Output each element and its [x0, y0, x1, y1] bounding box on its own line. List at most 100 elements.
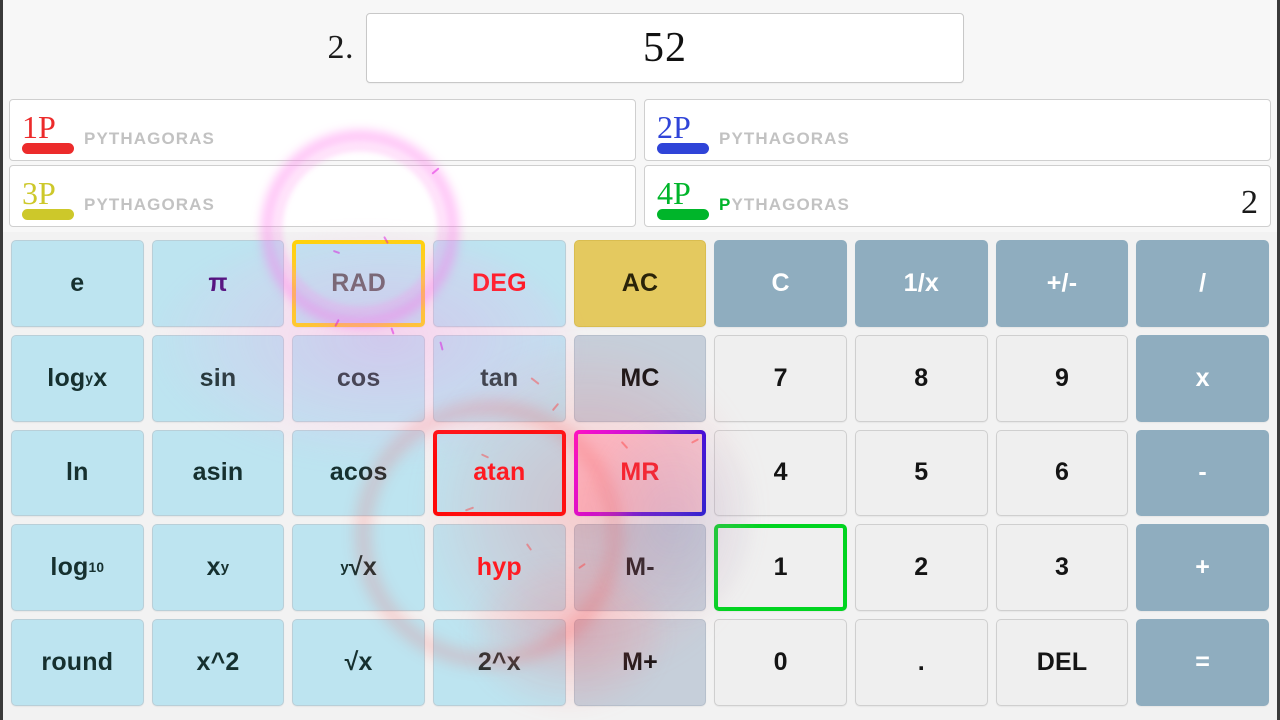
player-name: PYTHAGORAS [719, 129, 850, 148]
key-label-suffix: x [93, 363, 108, 392]
key-1x-r0c6[interactable]: 1/x [855, 240, 988, 327]
key-label: 8 [914, 363, 929, 392]
key-label: 2^x [477, 648, 521, 677]
key-sym-r4c8[interactable]: = [1136, 619, 1269, 706]
key-label: e [70, 268, 85, 297]
key-9-r1c7[interactable]: 9 [995, 334, 1129, 422]
key-label: 9 [1054, 363, 1070, 392]
key-mr-r2c4[interactable]: MR [574, 430, 707, 517]
key-label: 1/x [903, 268, 939, 297]
key-label: ln [66, 458, 89, 487]
key-7-r1c5[interactable]: 7 [714, 334, 847, 422]
key-round-r4c0[interactable]: round [11, 619, 144, 706]
key-label: x [1195, 363, 1210, 392]
key-x2-r4c1[interactable]: x^2 [151, 619, 285, 706]
key-deg-r0c3[interactable]: DEG [433, 240, 566, 327]
key-log-r1c0[interactable]: log y x [11, 334, 144, 422]
player-tag-group: 1P [22, 110, 74, 154]
key-hyp-r3c3[interactable]: hyp [433, 524, 566, 612]
player-color-bar [657, 143, 709, 154]
key-ac-r0c4[interactable]: AC [573, 240, 707, 327]
key-x-r1c8[interactable]: x [1136, 334, 1269, 422]
display-value: 52 [643, 25, 687, 71]
key-label: C [771, 268, 790, 297]
key-atan-r2c3[interactable]: atan [433, 429, 566, 517]
key-6-r2c7[interactable]: 6 [995, 429, 1129, 517]
key-label: 5 [914, 458, 929, 487]
key-sym-r3c8[interactable]: + [1136, 524, 1269, 612]
key-label: log [47, 363, 86, 392]
key-cos-r1c2[interactable]: cos [292, 334, 425, 422]
key-sym-r0c1[interactable]: π [151, 240, 285, 327]
player-color-bar [22, 143, 74, 154]
key-x-r3c2[interactable]: y √x [292, 524, 425, 612]
key-sin-r1c1[interactable]: sin [151, 334, 285, 422]
key-2x-r4c3[interactable]: 2^x [433, 619, 566, 706]
player-tag-group: 2P [657, 110, 709, 154]
key-ln-r2c0[interactable]: ln [11, 429, 144, 517]
key-label: . [917, 648, 925, 677]
key-label: atan [473, 458, 526, 487]
player-color-bar [22, 209, 74, 220]
key-del-r4c7[interactable]: DEL [995, 619, 1129, 706]
key-label: acos [329, 458, 388, 487]
player-panel-3p[interactable]: 3P PYTHAGORAS [9, 165, 636, 227]
key-sym-r4c6[interactable]: . [855, 619, 988, 706]
key-0-r4c5[interactable]: 0 [714, 619, 847, 706]
key-label: log [50, 553, 89, 582]
key-sym-r2c8[interactable]: - [1136, 429, 1269, 517]
key-label: 6 [1054, 458, 1070, 487]
display-row: 2. 52 [3, 0, 1277, 96]
key-label: RAD [331, 268, 387, 297]
key-label: hyp [476, 553, 522, 582]
key-m-r3c4[interactable]: M- [573, 524, 707, 612]
key-label: +/- [1046, 268, 1078, 297]
key-superscript: y [220, 559, 230, 577]
key-m-r4c4[interactable]: M+ [573, 619, 707, 706]
key-3-r3c7[interactable]: 3 [995, 524, 1129, 612]
key-label: x [206, 553, 221, 582]
key-label: asin [192, 458, 244, 487]
key-5-r2c6[interactable]: 5 [855, 429, 988, 517]
key-tan-r1c3[interactable]: tan [433, 334, 566, 422]
key-x-r3c1[interactable]: xy [151, 524, 285, 612]
key-acos-r2c2[interactable]: acos [292, 429, 425, 517]
turn-number-label: 2. [327, 29, 354, 66]
key-label: M- [625, 553, 655, 582]
player-panel-2p[interactable]: 2P PYTHAGORAS [644, 99, 1271, 161]
key-label: cos [336, 363, 381, 392]
key-c-r0c5[interactable]: C [714, 240, 847, 327]
key-8-r1c6[interactable]: 8 [855, 334, 988, 422]
key-label: + [1195, 553, 1211, 582]
player-name: PYTHAGORAS [719, 195, 850, 214]
key-sym-r0c7[interactable]: +/- [995, 240, 1129, 327]
key-x-r4c2[interactable]: √x [292, 619, 425, 706]
player-tag-group: 3P [22, 176, 74, 220]
key-4-r2c5[interactable]: 4 [714, 429, 847, 517]
player-panel-1p[interactable]: 1P PYTHAGORAS [9, 99, 636, 161]
key-1-r3c5[interactable]: 1 [714, 524, 847, 612]
key-e-r0c0[interactable]: e [11, 240, 144, 327]
key-asin-r2c1[interactable]: asin [151, 429, 285, 517]
key-label: 4 [773, 458, 788, 487]
key-label: round [41, 648, 114, 677]
player-panel-4p[interactable]: 4P PYTHAGORAS 2 [644, 165, 1271, 227]
key-2-r3c6[interactable]: 2 [855, 524, 988, 612]
player-color-bar [657, 209, 709, 220]
key-label: DEL [1036, 648, 1088, 677]
main-display[interactable]: 52 [366, 13, 964, 83]
key-label: M+ [622, 648, 658, 677]
key-mc-r1c4[interactable]: MC [573, 334, 707, 422]
key-label: 0 [773, 648, 788, 677]
key-label: tan [480, 363, 519, 392]
key-log-r3c0[interactable]: log 10 [11, 524, 144, 612]
key-label: π [208, 268, 228, 297]
player-tag: 4P [657, 174, 691, 211]
key-label: sin [199, 363, 237, 392]
key-subscript: y [85, 370, 94, 386]
player-name: PYTHAGORAS [84, 129, 215, 148]
key-rad-r0c2[interactable]: RAD [292, 240, 425, 327]
key-sym-r0c8[interactable]: / [1136, 240, 1269, 327]
key-label: - [1198, 458, 1207, 487]
player-name: PYTHAGORAS [84, 195, 215, 214]
